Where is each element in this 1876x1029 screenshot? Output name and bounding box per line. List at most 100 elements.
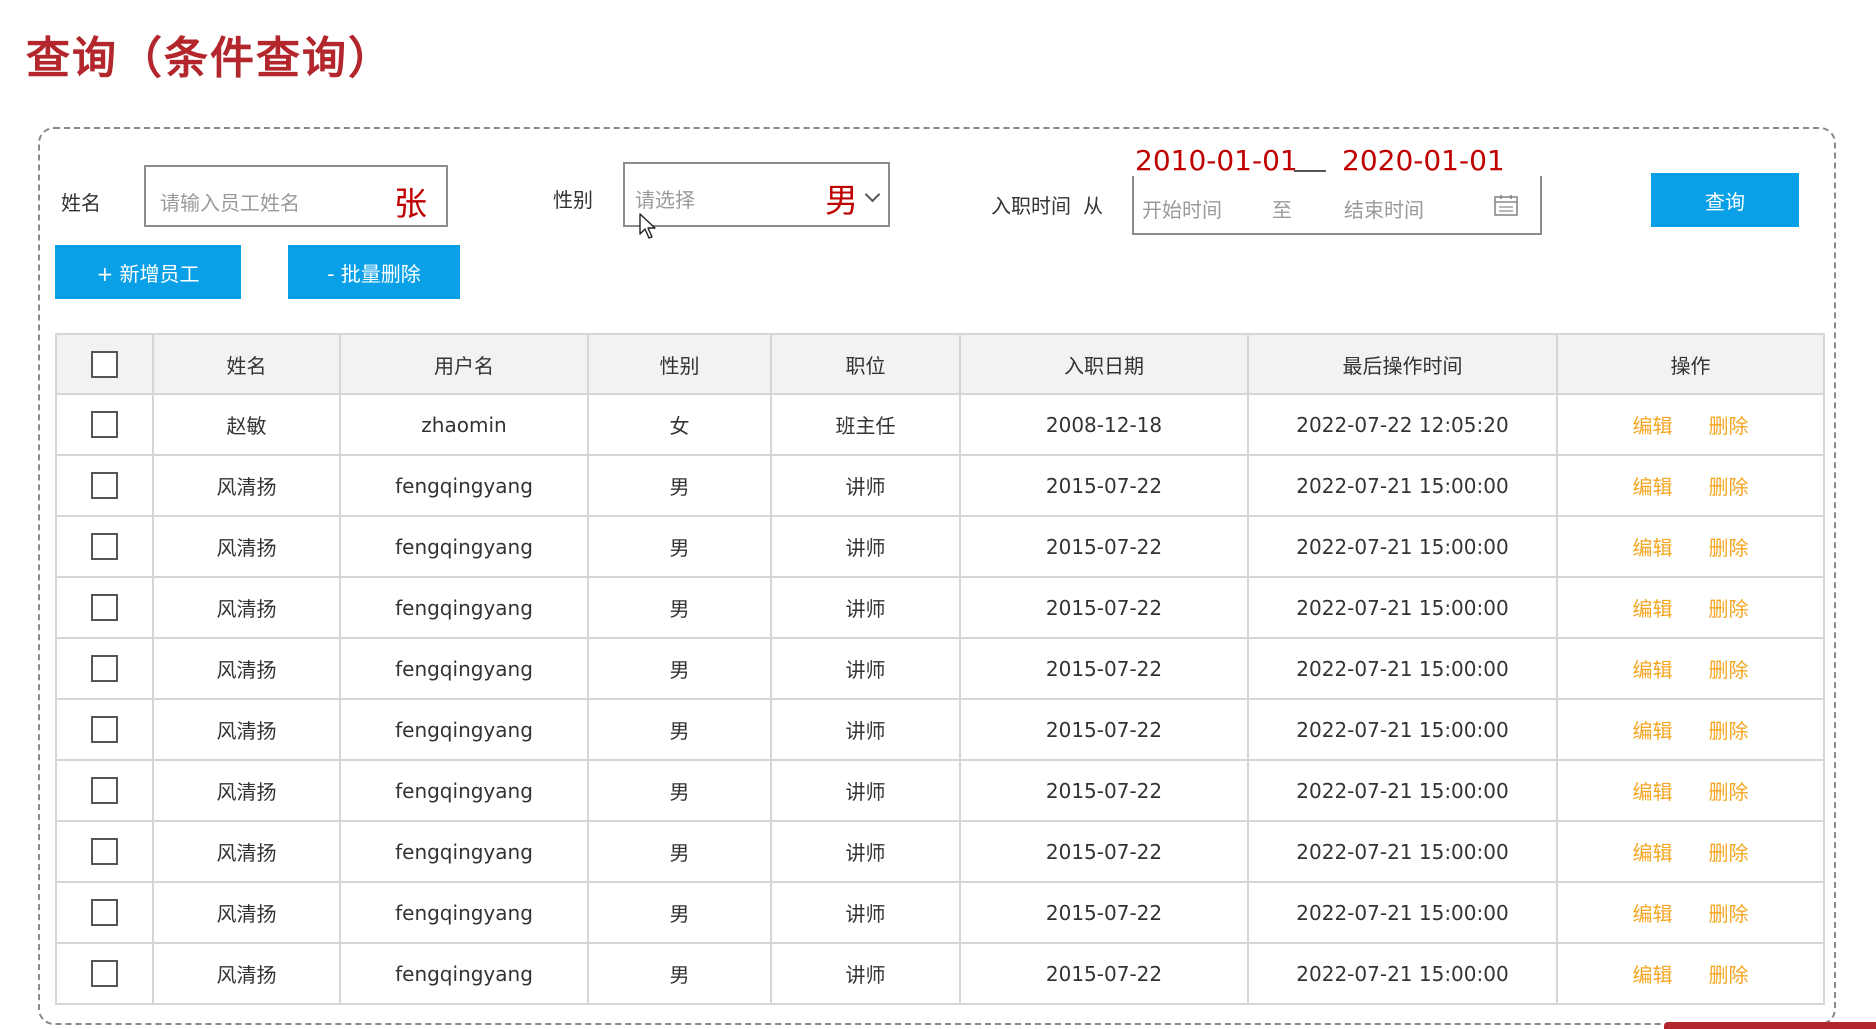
cell-position: 讲师	[770, 637, 961, 700]
hire-date-range[interactable]: 开始时间 至 结束时间	[1132, 170, 1542, 235]
row-select-cell	[55, 942, 154, 1005]
edit-link[interactable]: 编辑	[1633, 475, 1673, 499]
delete-link[interactable]: 删除	[1709, 902, 1749, 926]
delete-link[interactable]: 删除	[1709, 536, 1749, 560]
table-row: 风清扬 fengqingyang 男 讲师 2015-07-22 2022-07…	[55, 515, 1825, 578]
cell-actions: 编辑 删除	[1556, 515, 1825, 578]
edit-link[interactable]: 编辑	[1633, 780, 1673, 804]
row-checkbox[interactable]	[91, 655, 118, 682]
cell-gender: 男	[587, 637, 772, 700]
cell-position: 讲师	[770, 698, 961, 761]
row-checkbox[interactable]	[91, 594, 118, 621]
cell-gender: 男	[587, 576, 772, 639]
cell-actions: 编辑 删除	[1556, 820, 1825, 883]
edit-link[interactable]: 编辑	[1633, 719, 1673, 743]
row-checkbox[interactable]	[91, 899, 118, 926]
row-select-cell	[55, 515, 154, 578]
cell-gender: 男	[587, 515, 772, 578]
cell-name: 风清扬	[152, 759, 341, 822]
edit-link[interactable]: 编辑	[1633, 841, 1673, 865]
row-checkbox[interactable]	[91, 777, 118, 804]
cell-entry-date: 2015-07-22	[959, 881, 1249, 944]
name-input[interactable]: 请输入员工姓名 张	[144, 165, 448, 227]
delete-link[interactable]: 删除	[1709, 658, 1749, 682]
select-all-checkbox[interactable]	[91, 350, 118, 378]
chevron-down-icon	[864, 186, 881, 203]
table-row: 风清扬 fengqingyang 男 讲师 2015-07-22 2022-07…	[55, 759, 1825, 822]
cell-username: fengqingyang	[339, 637, 589, 700]
delete-link[interactable]: 删除	[1709, 963, 1749, 987]
start-time-placeholder[interactable]: 开始时间	[1142, 194, 1222, 223]
row-select-cell	[55, 759, 154, 822]
edit-link[interactable]: 编辑	[1633, 902, 1673, 926]
edit-link[interactable]: 编辑	[1633, 597, 1673, 621]
row-select-cell	[55, 698, 154, 761]
cell-name: 赵敏	[152, 393, 341, 456]
col-header-position: 职位	[770, 333, 961, 395]
table-row: 赵敏 zhaomin 女 班主任 2008-12-18 2022-07-22 1…	[55, 393, 1825, 456]
calendar-icon	[1494, 195, 1518, 216]
cell-actions: 编辑 删除	[1556, 881, 1825, 944]
delete-link[interactable]: 删除	[1709, 414, 1749, 438]
cell-position: 讲师	[770, 576, 961, 639]
col-header-gender: 性别	[587, 333, 772, 395]
table-row: 风清扬 fengqingyang 男 讲师 2015-07-22 2022-07…	[55, 637, 1825, 700]
cell-gender: 男	[587, 881, 772, 944]
cell-name: 风清扬	[152, 576, 341, 639]
cell-gender: 男	[587, 454, 772, 517]
name-annotation: 张	[394, 184, 427, 223]
cell-position: 讲师	[770, 820, 961, 883]
table-row: 风清扬 fengqingyang 男 讲师 2015-07-22 2022-07…	[55, 698, 1825, 761]
cell-actions: 编辑 删除	[1556, 942, 1825, 1005]
cell-name: 风清扬	[152, 637, 341, 700]
name-placeholder: 请输入员工姓名	[160, 191, 300, 215]
cell-update-time: 2022-07-22 12:05:20	[1247, 393, 1558, 456]
cell-name: 风清扬	[152, 454, 341, 517]
cell-actions: 编辑 删除	[1556, 576, 1825, 639]
cell-gender: 男	[587, 698, 772, 761]
batch-delete-button[interactable]: - 批量删除	[288, 245, 460, 299]
hire-date-label: 入职时间	[991, 194, 1071, 218]
edit-link[interactable]: 编辑	[1633, 536, 1673, 560]
delete-link[interactable]: 删除	[1709, 597, 1749, 621]
row-select-cell	[55, 637, 154, 700]
add-employee-button[interactable]: + 新增员工	[55, 245, 241, 299]
col-header-actions: 操作	[1556, 333, 1825, 395]
delete-link[interactable]: 删除	[1709, 719, 1749, 743]
range-separator: 至	[1272, 198, 1292, 222]
cell-update-time: 2022-07-21 15:00:00	[1247, 515, 1558, 578]
edit-link[interactable]: 编辑	[1633, 658, 1673, 682]
edit-link[interactable]: 编辑	[1633, 963, 1673, 987]
cell-gender: 男	[587, 759, 772, 822]
cell-gender: 男	[587, 942, 772, 1005]
cell-update-time: 2022-07-21 15:00:00	[1247, 820, 1558, 883]
cell-username: fengqingyang	[339, 515, 589, 578]
annotation-dash	[1294, 170, 1326, 172]
page: 查询（条件查询） 姓名 请输入员工姓名 张 性别 请选择 男 入职时间 从 开始…	[0, 0, 1876, 1029]
end-time-placeholder[interactable]: 结束时间	[1344, 194, 1424, 223]
row-select-cell	[55, 820, 154, 883]
delete-link[interactable]: 删除	[1709, 780, 1749, 804]
edit-link[interactable]: 编辑	[1633, 414, 1673, 438]
table-row: 风清扬 fengqingyang 男 讲师 2015-07-22 2022-07…	[55, 881, 1825, 944]
cell-position: 讲师	[770, 881, 961, 944]
gender-select[interactable]: 请选择 男	[623, 162, 890, 227]
cell-entry-date: 2015-07-22	[959, 576, 1249, 639]
row-checkbox[interactable]	[91, 472, 118, 499]
gender-label: 性别	[553, 188, 593, 212]
name-label: 姓名	[61, 191, 101, 215]
row-select-cell	[55, 881, 154, 944]
row-checkbox[interactable]	[91, 533, 118, 560]
row-checkbox[interactable]	[91, 960, 118, 987]
row-checkbox[interactable]	[91, 838, 118, 865]
delete-link[interactable]: 删除	[1709, 841, 1749, 865]
cell-position: 讲师	[770, 942, 961, 1005]
col-header-username: 用户名	[339, 333, 589, 395]
cell-actions: 编辑 删除	[1556, 454, 1825, 517]
row-checkbox[interactable]	[91, 716, 118, 743]
cell-position: 讲师	[770, 759, 961, 822]
col-header-update-time: 最后操作时间	[1247, 333, 1558, 395]
row-checkbox[interactable]	[91, 411, 118, 438]
delete-link[interactable]: 删除	[1709, 475, 1749, 499]
search-button[interactable]: 查询	[1651, 173, 1799, 227]
